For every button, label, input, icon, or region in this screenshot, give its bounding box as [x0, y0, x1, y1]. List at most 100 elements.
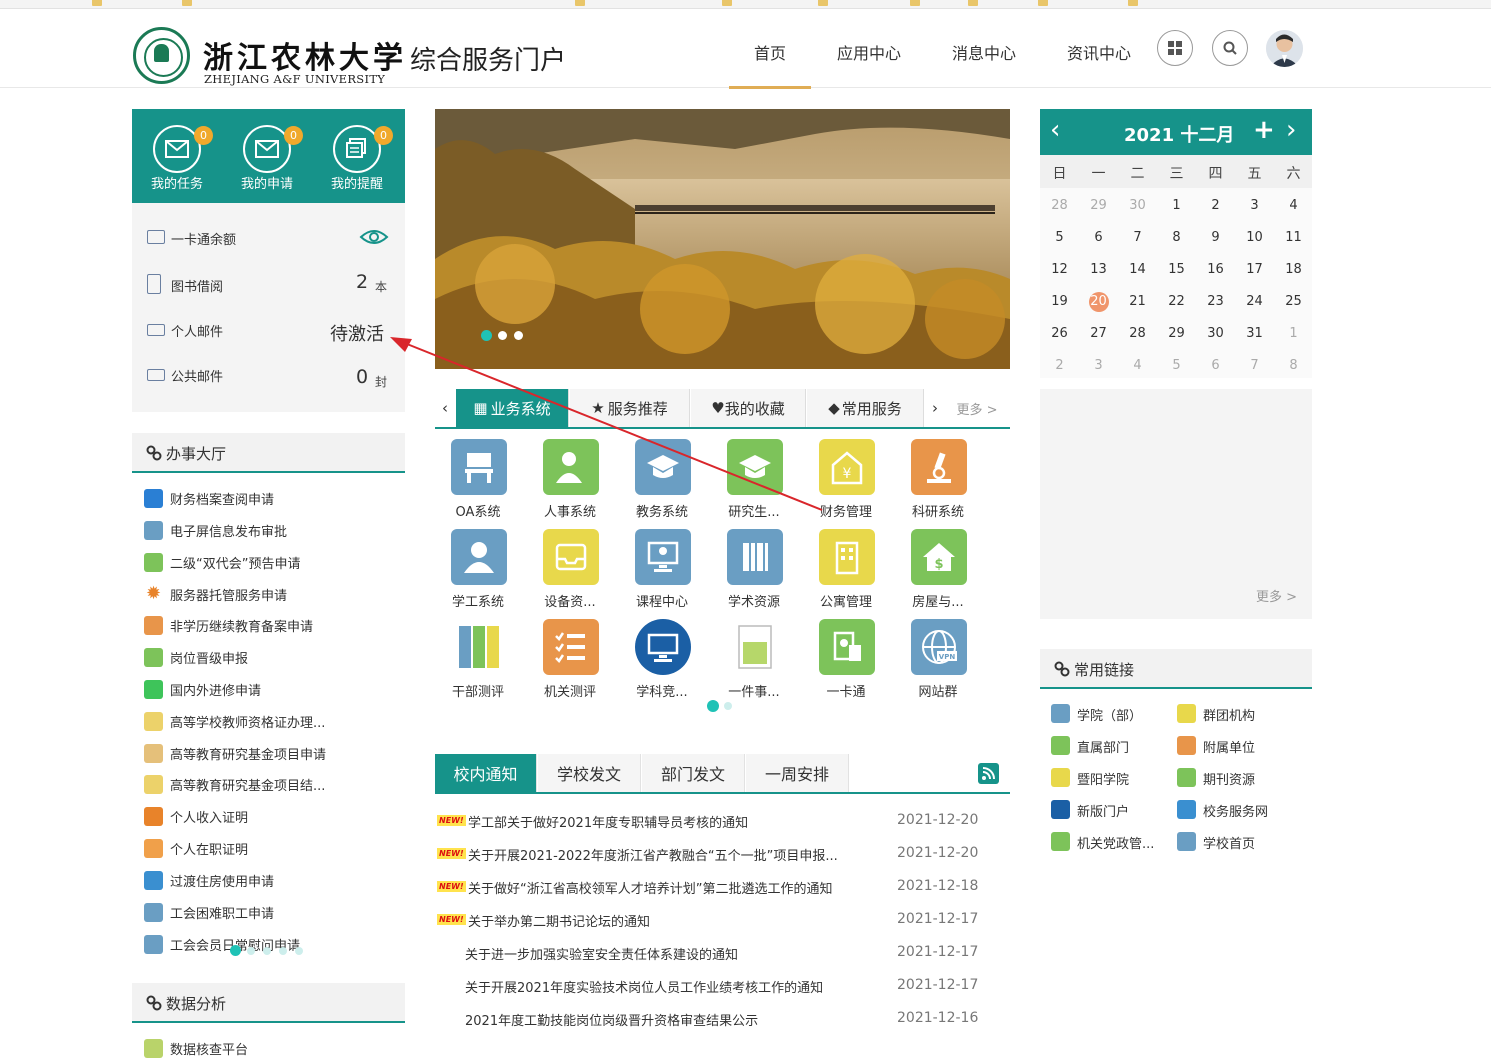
rss-icon[interactable] — [978, 763, 999, 784]
app-tile[interactable]: 干部测评 — [433, 619, 523, 707]
calendar-day[interactable]: 1 — [1157, 196, 1196, 216]
calendar-day[interactable]: 28 — [1118, 324, 1157, 344]
list-item[interactable]: 岗位晋级申报 — [142, 645, 402, 669]
more-services-link[interactable]: 更多 > — [947, 389, 1007, 427]
list-item[interactable]: 非学历继续教育备案申请 — [142, 613, 402, 637]
calendar-day[interactable]: 3 — [1235, 196, 1274, 216]
personal-mail-row[interactable]: 个人邮件 待激活 — [132, 309, 405, 349]
list-item[interactable]: 国内外进修申请 — [142, 677, 402, 701]
pager-dot-active[interactable] — [230, 945, 241, 956]
calendar-next-month-button[interactable]: › — [1286, 117, 1296, 143]
calendar-day[interactable]: 24 — [1235, 292, 1274, 312]
app-tile[interactable]: 教务系统 — [617, 439, 707, 527]
calendar-day[interactable]: 4 — [1274, 196, 1313, 216]
list-item[interactable]: 个人在职证明 — [142, 836, 402, 860]
bookmark-folder-icon[interactable] — [575, 0, 585, 6]
search-button[interactable] — [1212, 30, 1248, 66]
calendar-day[interactable]: 21 — [1118, 292, 1157, 312]
list-item[interactable]: 数据核查平台 — [142, 1036, 402, 1060]
apps-pager-dot[interactable] — [724, 702, 732, 710]
tab-favorites[interactable]: ♥ 我的收藏 — [691, 389, 806, 427]
app-tile[interactable]: VPN 网站群 — [893, 619, 983, 707]
my-reminders-button[interactable]: 0 我的提醒 — [312, 109, 402, 203]
list-item[interactable]: 二级“双代会”预告申请 — [142, 550, 402, 574]
app-tile[interactable]: 一件事... — [709, 619, 799, 707]
calendar-day[interactable]: 6 — [1196, 356, 1235, 376]
notice-row[interactable]: NEW! 学工部关于做好2021年度专职辅导员考核的通知 2021-12-20 — [437, 809, 1012, 833]
calendar-day[interactable]: 12 — [1040, 260, 1079, 280]
banner-dot-active[interactable] — [481, 330, 492, 341]
calendar-day[interactable]: 4 — [1118, 356, 1157, 376]
calendar-day[interactable]: 8 — [1157, 228, 1196, 248]
eye-icon[interactable] — [359, 228, 389, 246]
list-item[interactable]: 高等教育研究基金项目结... — [142, 772, 402, 796]
list-item[interactable]: 工会会员日常慰问申请 — [142, 932, 402, 956]
list-item[interactable]: 高等教育研究基金项目申请 — [142, 741, 402, 765]
pager-dot[interactable] — [279, 947, 287, 955]
list-item[interactable]: ✹ 服务器托管服务申请 — [142, 582, 402, 606]
calendar-day[interactable]: 29 — [1079, 196, 1118, 216]
calendar-add-button[interactable]: + — [1253, 115, 1275, 145]
app-tile[interactable]: 研究生... — [709, 439, 799, 527]
notice-row[interactable]: NEW! 关于举办第二期书记论坛的通知 2021-12-17 — [437, 908, 1012, 932]
list-item[interactable]: 个人收入证明 — [142, 804, 402, 828]
calendar-day[interactable]: 13 — [1079, 260, 1118, 280]
card-balance-row[interactable]: 一卡通余额 — [132, 217, 405, 257]
university-seal-logo[interactable] — [133, 27, 190, 84]
app-tile[interactable]: 设备资... — [525, 529, 615, 617]
calendar-day[interactable]: 7 — [1235, 356, 1274, 376]
notice-row[interactable]: 关于进一步加强实验室安全责任体系建设的通知 2021-12-17 — [437, 941, 1012, 965]
nav-home[interactable]: 首页 — [754, 40, 786, 64]
calendar-day[interactable]: 29 — [1157, 324, 1196, 344]
public-mail-row[interactable]: 公共邮件 0 封 — [132, 354, 405, 394]
bookmark-folder-icon[interactable] — [818, 0, 828, 6]
library-loans-row[interactable]: 图书借阅 2 本 — [132, 264, 405, 304]
my-tasks-button[interactable]: 0 我的任务 — [132, 109, 222, 203]
bookmark-folder-icon[interactable] — [1038, 0, 1048, 6]
list-item[interactable]: 工会困难职工申请 — [142, 900, 402, 924]
tab-weekly-schedule[interactable]: 一周安排 — [746, 754, 849, 792]
bookmark-folder-icon[interactable] — [968, 0, 978, 6]
app-tile[interactable]: 人事系统 — [525, 439, 615, 527]
app-tile[interactable]: 学科竞... — [617, 619, 707, 707]
pager-dot[interactable] — [247, 947, 255, 955]
calendar-day[interactable]: 8 — [1274, 356, 1313, 376]
calendar-day[interactable]: 15 — [1157, 260, 1196, 280]
tab-business-systems[interactable]: ▦ 业务系统 — [456, 389, 569, 427]
app-tile[interactable]: OA系统 — [433, 439, 523, 527]
calendar-more-link[interactable]: 更多 > — [1256, 586, 1297, 605]
pager-dot[interactable] — [263, 947, 271, 955]
bookmark-folder-icon[interactable] — [722, 0, 732, 6]
calendar-day[interactable]: 27 — [1079, 324, 1118, 344]
pager-dot[interactable] — [295, 947, 303, 955]
banner-dot[interactable] — [514, 331, 523, 340]
calendar-day[interactable]: 19 — [1040, 292, 1079, 312]
calendar-day[interactable]: 3 — [1079, 356, 1118, 376]
tab-school-documents[interactable]: 学校发文 — [538, 754, 641, 792]
calendar-day[interactable]: 18 — [1274, 260, 1313, 280]
app-tile[interactable]: 科研系统 — [893, 439, 983, 527]
notice-row[interactable]: 2021年度工勤技能岗位岗级晋升资格审查结果公示 2021-12-16 — [437, 1007, 1012, 1031]
app-tile[interactable]: 学工系统 — [433, 529, 523, 617]
tabs-prev-button[interactable]: ‹ — [435, 389, 455, 427]
calendar-day[interactable]: 26 — [1040, 324, 1079, 344]
calendar-day[interactable]: 7 — [1118, 228, 1157, 248]
tab-common-services[interactable]: ◆ 常用服务 — [807, 389, 924, 427]
apps-grid-button[interactable] — [1157, 30, 1193, 66]
calendar-day[interactable]: 16 — [1196, 260, 1235, 280]
list-item[interactable]: 电子屏信息发布审批 — [142, 518, 402, 542]
apps-pager-dot-active[interactable] — [707, 700, 719, 712]
app-tile[interactable]: 课程中心 — [617, 529, 707, 617]
bookmark-folder-icon[interactable] — [1128, 0, 1138, 6]
tabs-next-button[interactable]: › — [925, 389, 945, 427]
list-item[interactable]: 财务档案查阅申请 — [142, 486, 402, 510]
calendar-day[interactable]: 22 — [1157, 292, 1196, 312]
app-tile[interactable]: $ 房屋与... — [893, 529, 983, 617]
nav-message-center[interactable]: 消息中心 — [952, 40, 1016, 64]
calendar-day[interactable]: 5 — [1157, 356, 1196, 376]
calendar-day[interactable]: 5 — [1040, 228, 1079, 248]
list-item[interactable]: 高等学校教师资格证办理... — [142, 709, 402, 733]
calendar-day[interactable]: 31 — [1235, 324, 1274, 344]
calendar-day[interactable]: 10 — [1235, 228, 1274, 248]
personal-mail-status[interactable]: 待激活 — [330, 320, 384, 346]
